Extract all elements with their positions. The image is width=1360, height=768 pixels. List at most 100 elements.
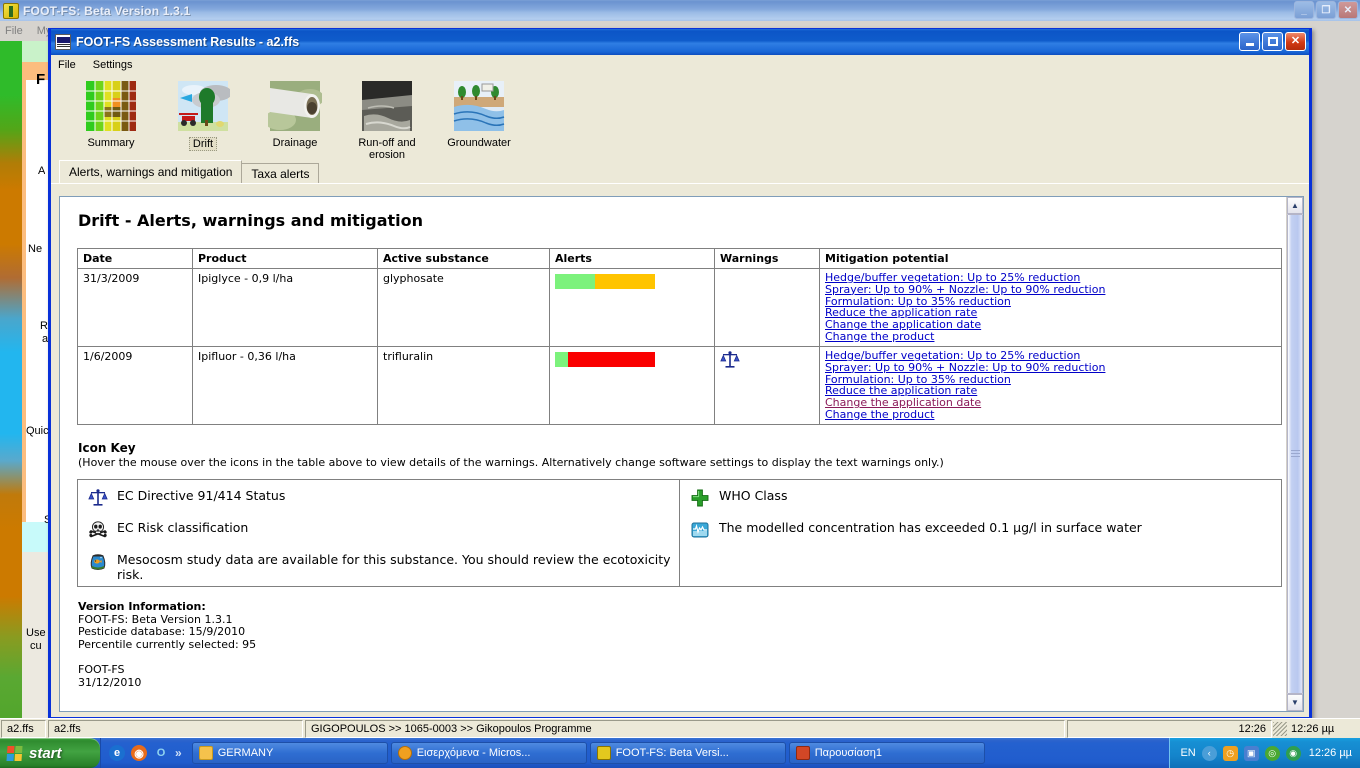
inner-window-titlebar[interactable]: FOOT-FS Assessment Results - a2.ffs ✕ (51, 29, 1309, 55)
runoff-erosion-icon (362, 81, 412, 131)
page-title: Drift - Alerts, warnings and mitigation (78, 211, 424, 230)
decorative-color-strip (0, 41, 22, 718)
cell-mitigation: Hedge/buffer vegetation: Up to 25% reduc… (819, 346, 1282, 425)
mitigation-link-sprayer-nozzle[interactable]: Sprayer: Up to 90% + Nozzle: Up to 90% r… (825, 283, 1276, 296)
toolbar-label-drainage: Drainage (272, 137, 318, 149)
scales-icon[interactable] (720, 350, 740, 370)
alerts-table: Date Product Active substance Alerts War… (77, 248, 1282, 425)
menu-settings[interactable]: Settings (93, 59, 133, 71)
tab-taxa-alerts[interactable]: Taxa alerts (241, 163, 320, 183)
resize-grip-icon[interactable] (1273, 721, 1287, 736)
icon-key-title: Icon Key (78, 441, 136, 455)
scroll-up-button[interactable]: ▲ (1287, 197, 1303, 214)
opera-icon[interactable]: O (153, 745, 169, 761)
tab-label-alerts: Alerts, warnings and mitigation (69, 165, 233, 179)
toolbar-item-groundwater[interactable]: Groundwater (433, 80, 525, 149)
taskbar-button-footfs[interactable]: FOOT-FS: Beta Versi... (589, 742, 786, 764)
alert-bar (555, 274, 655, 289)
version-heading: Version Information: (78, 600, 206, 613)
mitigation-link-change-product[interactable]: Change the product (825, 331, 1276, 343)
results-tabstrip: Alerts, warnings and mitigation Taxa ale… (51, 160, 1309, 184)
background-text-r: R (40, 320, 48, 332)
col-header-warnings: Warnings (714, 248, 820, 269)
firefox-icon[interactable]: ◉ (131, 745, 147, 761)
icon-key-item: WHO Class (690, 488, 1281, 508)
scrollbar-thumb[interactable] (1287, 214, 1303, 694)
fishbowl-icon (90, 554, 106, 570)
taskbar-task-buttons: GERMANY Εισερχόμενα - Micros... FOOT-FS:… (191, 742, 1170, 764)
cell-active-substance: glyphosate (377, 268, 550, 347)
inner-maximize-button[interactable] (1262, 32, 1283, 51)
spiral-tray-icon[interactable]: ◎ (1264, 745, 1280, 761)
toolbar-item-summary[interactable]: Summary (65, 80, 157, 149)
tray-clock[interactable]: 12:26 µµ (1309, 747, 1352, 759)
inner-minimize-button[interactable] (1239, 32, 1260, 51)
taskbar-button-germany[interactable]: GERMANY (191, 742, 388, 764)
module-toolbar: Summary Drift Drainage Run-off and erosi… (51, 74, 1309, 162)
toolbar-item-drainage[interactable]: Drainage (249, 80, 341, 149)
tray-language-indicator[interactable]: EN (1180, 747, 1195, 759)
tray-expand-chevron-icon[interactable]: ‹ (1201, 745, 1217, 761)
network-tray-icon[interactable]: ▣ (1243, 745, 1259, 761)
version-line-database: Pesticide database: 15/9/2010 (78, 625, 246, 639)
drift-sprayer-icon (178, 81, 230, 131)
toolbar-item-runoff[interactable]: Run-off and erosion (341, 80, 433, 161)
quick-launch-overflow-chevron-icon[interactable]: » (175, 746, 182, 760)
alert-bar (555, 352, 655, 367)
scrollbar-grip-icon (1290, 450, 1300, 458)
outer-window-titlebar[interactable]: FOOT-FS: Beta Version 1.3.1 _ ❐ ✕ (0, 0, 1360, 21)
start-button[interactable]: start (0, 738, 100, 768)
inner-close-button[interactable]: ✕ (1285, 32, 1306, 51)
col-header-product: Product (192, 248, 378, 269)
toolbar-label-summary: Summary (87, 137, 135, 149)
mitigation-link-change-product[interactable]: Change the product (825, 409, 1276, 421)
scrollbar-track[interactable] (1287, 214, 1303, 694)
alert-segment-green (555, 274, 595, 289)
status-cell-file-main: a2.ffs (48, 719, 303, 738)
version-footer-name: FOOT-FS (78, 662, 125, 676)
menu-file[interactable]: File (58, 59, 76, 71)
outer-maximize-button[interactable]: ❐ (1316, 1, 1336, 19)
taskbar-button-outlook[interactable]: Εισερχόμενα - Micros... (390, 742, 587, 764)
scroll-down-button[interactable]: ▼ (1287, 694, 1303, 711)
cell-alerts (549, 268, 715, 347)
outer-close-button[interactable]: ✕ (1338, 1, 1358, 19)
mitigation-link-sprayer-nozzle[interactable]: Sprayer: Up to 90% + Nozzle: Up to 90% r… (825, 361, 1276, 374)
report-content-frame: Drift - Alerts, warnings and mitigation … (59, 196, 1304, 712)
alert-segment-amber (595, 274, 655, 289)
col-header-date: Date (77, 248, 193, 269)
cell-product: Ipifluor - 0,36 l/ha (192, 346, 378, 425)
report-vertical-scrollbar[interactable]: ▲ ▼ (1286, 197, 1303, 711)
outer-window-title: FOOT-FS: Beta Version 1.3.1 (23, 3, 191, 18)
table-row: 31/3/2009 Ipiglyce - 0,9 l/ha glyphosate (77, 268, 1282, 347)
windows-logo-icon (5, 745, 23, 762)
shield-tray-icon[interactable]: ◉ (1285, 745, 1301, 761)
outer-minimize-button[interactable]: _ (1294, 1, 1314, 19)
footfs-icon (596, 746, 611, 760)
icon-key-item: The modelled concentration has exceeded … (690, 520, 1281, 540)
col-header-active-substance: Active substance (377, 248, 550, 269)
icon-key-label-modelled-concentration: The modelled concentration has exceeded … (719, 520, 1142, 535)
inner-window-buttons: ✕ (1239, 32, 1306, 51)
background-text-f: F (36, 71, 46, 88)
version-line-app: FOOT-FS: Beta Version 1.3.1 (78, 612, 233, 626)
status-cell-time: 12:26 (1067, 719, 1272, 738)
outer-menu-file[interactable]: File (5, 25, 23, 37)
assessment-results-window: FOOT-FS Assessment Results - a2.ffs ✕ Fi… (48, 28, 1312, 720)
footfs-app-icon (3, 2, 19, 19)
toolbar-item-drift[interactable]: Drift (157, 80, 249, 151)
internet-explorer-icon[interactable]: e (109, 745, 125, 761)
clock-tray-icon[interactable]: ◷ (1222, 745, 1238, 761)
inner-window-title: FOOT-FS Assessment Results - a2.ffs (76, 35, 300, 49)
version-information: Version Information: FOOT-FS: Beta Versi… (78, 600, 1274, 689)
background-text-use: Use (26, 627, 46, 639)
cell-date: 1/6/2009 (77, 346, 193, 425)
tab-alerts-warnings-mitigation[interactable]: Alerts, warnings and mitigation (59, 160, 243, 183)
folder-icon (198, 746, 213, 760)
green-cross-icon (691, 489, 709, 507)
taskbar-button-powerpoint[interactable]: Παρουσίαση1 (788, 742, 985, 764)
icon-key-item: EC Risk classification (88, 520, 679, 540)
toolbar-label-drift: Drift (188, 137, 218, 151)
cell-active-substance: trifluralin (377, 346, 550, 425)
groundwater-icon (453, 81, 505, 131)
